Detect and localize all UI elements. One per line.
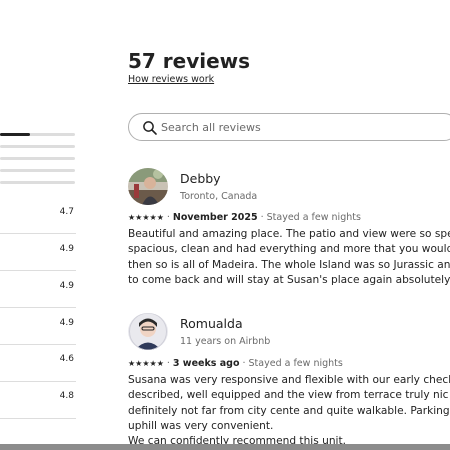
rating-bar-3 xyxy=(0,157,75,160)
category-rating-value: 4.7 xyxy=(59,207,74,217)
rating-bar-2 xyxy=(0,169,75,172)
avatar-photo xyxy=(128,313,168,350)
review-text: Susana was very responsive and flexible … xyxy=(128,374,450,448)
category-rating-row: 4.9 xyxy=(0,270,76,308)
separator-dot: · xyxy=(242,358,246,369)
reviewer-location: Toronto, Canada xyxy=(180,191,258,202)
separator-dot: · xyxy=(166,212,170,223)
review-stars: ★★★★★ xyxy=(128,359,164,368)
reviewer-name: Debby xyxy=(180,171,221,186)
category-rating-value: 4.9 xyxy=(59,318,74,328)
stay-length: Stayed a few nights xyxy=(266,212,361,223)
search-input[interactable] xyxy=(161,118,450,136)
category-rating-value: 4.6 xyxy=(59,354,74,364)
reviewer-name: Romualda xyxy=(180,316,243,331)
category-rating-row: 4.7 xyxy=(0,196,76,234)
reviewer-avatar[interactable] xyxy=(128,313,168,350)
reviewer-avatar[interactable] xyxy=(128,168,168,205)
stay-length: Stayed a few nights xyxy=(248,358,343,369)
review-date: 3 weeks ago xyxy=(172,358,240,369)
rating-bar-1 xyxy=(0,181,75,184)
category-rating-value: 4.9 xyxy=(59,244,74,254)
review-date: November 2025 xyxy=(172,212,258,223)
reviewer-tenure: 11 years on Airbnb xyxy=(180,336,271,347)
category-rating-value: 4.8 xyxy=(59,391,74,401)
bottom-scroll-edge xyxy=(0,444,450,450)
separator-dot: · xyxy=(260,212,264,223)
separator-dot: · xyxy=(166,358,170,369)
rating-bar-5 xyxy=(0,133,75,136)
category-rating-row: 4.8 xyxy=(0,381,76,419)
review-stars: ★★★★★ xyxy=(128,213,164,222)
search-box[interactable] xyxy=(128,113,450,141)
review-meta: ★★★★★ · 3 weeks ago · Stayed a few nights xyxy=(128,358,343,369)
rating-summary-panel: 4.7 4.9 4.9 4.9 4.6 4.8 xyxy=(0,0,76,450)
review-text: Beautiful and amazing place. The patio a… xyxy=(128,228,450,286)
how-reviews-work-link[interactable]: How reviews work xyxy=(128,74,214,85)
page-title: 57 reviews xyxy=(128,49,251,73)
category-rating-row: 4.9 xyxy=(0,233,76,271)
search-icon xyxy=(143,121,157,135)
category-rating-row: 4.6 xyxy=(0,344,76,382)
review-meta: ★★★★★ · November 2025 · Stayed a few nights xyxy=(128,212,361,223)
category-rating-row: 4.9 xyxy=(0,307,76,345)
rating-bar-5-fill xyxy=(0,133,30,136)
category-rating-value: 4.9 xyxy=(59,281,74,291)
avatar-photo xyxy=(128,168,168,205)
rating-bar-4 xyxy=(0,145,75,148)
